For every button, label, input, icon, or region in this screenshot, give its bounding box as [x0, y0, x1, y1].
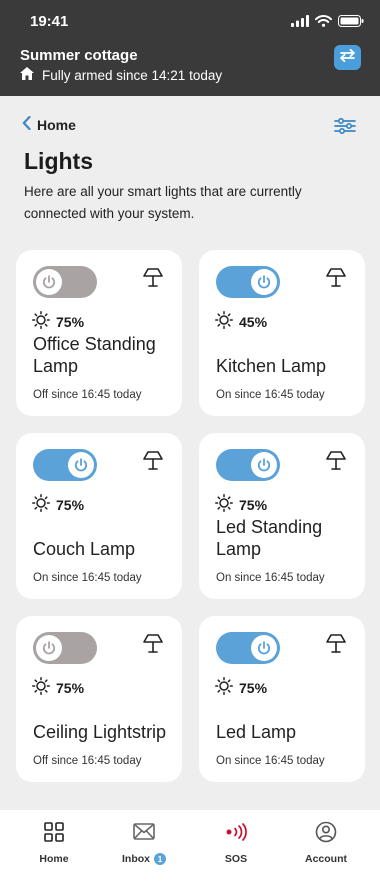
- lamp-icon: [142, 268, 164, 293]
- brightness-text: 45%: [239, 313, 268, 330]
- power-toggle[interactable]: [216, 266, 280, 298]
- light-card[interactable]: 75% Led Standing Lamp On since 16:45 tod…: [199, 433, 365, 599]
- brightness-text: 75%: [239, 679, 268, 696]
- grid-icon: [44, 821, 64, 847]
- back-label: Home: [37, 116, 76, 133]
- swap-arrows-icon: [339, 48, 356, 67]
- light-card[interactable]: 45% Kitchen Lamp On since 16:45 today: [199, 250, 365, 416]
- brightness-text: 75%: [56, 313, 85, 330]
- brightness-value: 75%: [215, 677, 267, 698]
- power-toggle[interactable]: [216, 632, 280, 664]
- light-card[interactable]: 75% Ceiling Lightstrip Off since 16:45 t…: [16, 616, 182, 782]
- brightness-value: 75%: [215, 494, 267, 515]
- sun-icon: [32, 677, 50, 698]
- power-icon: [36, 635, 62, 661]
- power-toggle[interactable]: [33, 632, 97, 664]
- arm-status-text: Fully armed since 14:21 today: [42, 67, 223, 83]
- user-circle-icon: [315, 821, 337, 848]
- light-name: Office Standing Lamp: [33, 334, 156, 376]
- light-name: Couch Lamp: [33, 539, 136, 559]
- sun-icon: [215, 677, 233, 698]
- light-status: On since 16:45 today: [216, 755, 325, 767]
- light-card[interactable]: 75% Led Lamp On since 16:45 today: [199, 616, 365, 782]
- power-toggle[interactable]: [33, 266, 97, 298]
- sun-icon: [215, 311, 233, 332]
- light-name: Kitchen Lamp: [216, 356, 327, 376]
- power-icon: [36, 269, 62, 295]
- status-icons: [291, 14, 364, 32]
- tab-home-label: Home: [39, 853, 69, 865]
- page-title: Lights: [24, 148, 93, 174]
- battery-icon: [338, 14, 364, 32]
- power-icon: [68, 452, 94, 478]
- light-name: Led Lamp: [216, 722, 297, 742]
- alarm-signal-icon: [223, 822, 249, 846]
- chevron-left-icon: [22, 115, 31, 133]
- power-icon: [251, 635, 277, 661]
- power-toggle[interactable]: [33, 449, 97, 481]
- signal-icon: [291, 14, 309, 32]
- light-status: Off since 16:45 today: [33, 389, 142, 401]
- power-icon: [251, 452, 277, 478]
- light-name: Ceiling Lightstrip: [33, 722, 167, 742]
- bottom-nav: Home Inbox 1 SOS Account: [0, 810, 380, 881]
- lamp-icon: [325, 451, 347, 476]
- site-name: Summer cottage: [20, 47, 138, 64]
- site-header: Summer cottage Fully armed since 14:21 t…: [0, 44, 380, 96]
- filter-button[interactable]: [334, 117, 356, 139]
- switch-site-button[interactable]: [334, 45, 361, 70]
- tab-sos[interactable]: SOS: [196, 822, 276, 865]
- brightness-text: 75%: [56, 496, 85, 513]
- brightness-value: 75%: [32, 311, 84, 332]
- lamp-icon: [142, 634, 164, 659]
- tab-inbox[interactable]: Inbox 1: [104, 822, 184, 865]
- tab-account[interactable]: Account: [286, 821, 366, 865]
- sun-icon: [215, 494, 233, 515]
- tab-sos-label: SOS: [224, 853, 248, 865]
- light-status: On since 16:45 today: [216, 572, 325, 584]
- tab-account-label: Account: [305, 853, 347, 865]
- brightness-value: 45%: [215, 311, 267, 332]
- brightness-text: 75%: [239, 496, 268, 513]
- sun-icon: [32, 311, 50, 332]
- status-bar: 19:41: [0, 0, 380, 44]
- light-status: Off since 16:45 today: [33, 755, 142, 767]
- inbox-badge: 1: [154, 853, 166, 865]
- light-card[interactable]: 75% Couch Lamp On since 16:45 today: [16, 433, 182, 599]
- back-button[interactable]: Home: [22, 115, 76, 133]
- tab-home[interactable]: Home: [14, 821, 94, 865]
- wifi-icon: [315, 14, 332, 32]
- nav-row: Home: [22, 115, 360, 139]
- lamp-icon: [325, 268, 347, 293]
- brightness-value: 75%: [32, 494, 84, 515]
- page-description: Here are all your smart lights that are …: [24, 184, 302, 221]
- brightness-value: 75%: [32, 677, 84, 698]
- power-toggle[interactable]: [216, 449, 280, 481]
- envelope-icon: [133, 823, 155, 845]
- light-card[interactable]: 75% Office Standing Lamp Off since 16:45…: [16, 250, 182, 416]
- sun-icon: [32, 494, 50, 515]
- arm-status: Fully armed since 14:21 today: [20, 67, 222, 83]
- light-status: On since 16:45 today: [33, 572, 142, 584]
- lights-grid: 75% Office Standing Lamp Off since 16:45…: [16, 250, 365, 782]
- sliders-icon: [334, 117, 356, 138]
- light-name: Led Standing Lamp: [216, 517, 323, 559]
- lamp-icon: [142, 451, 164, 476]
- brightness-text: 75%: [56, 679, 85, 696]
- tab-inbox-label: Inbox: [122, 853, 150, 865]
- house-icon: [20, 67, 34, 83]
- status-time: 19:41: [30, 13, 69, 30]
- light-status: On since 16:45 today: [216, 389, 325, 401]
- lamp-icon: [325, 634, 347, 659]
- power-icon: [251, 269, 277, 295]
